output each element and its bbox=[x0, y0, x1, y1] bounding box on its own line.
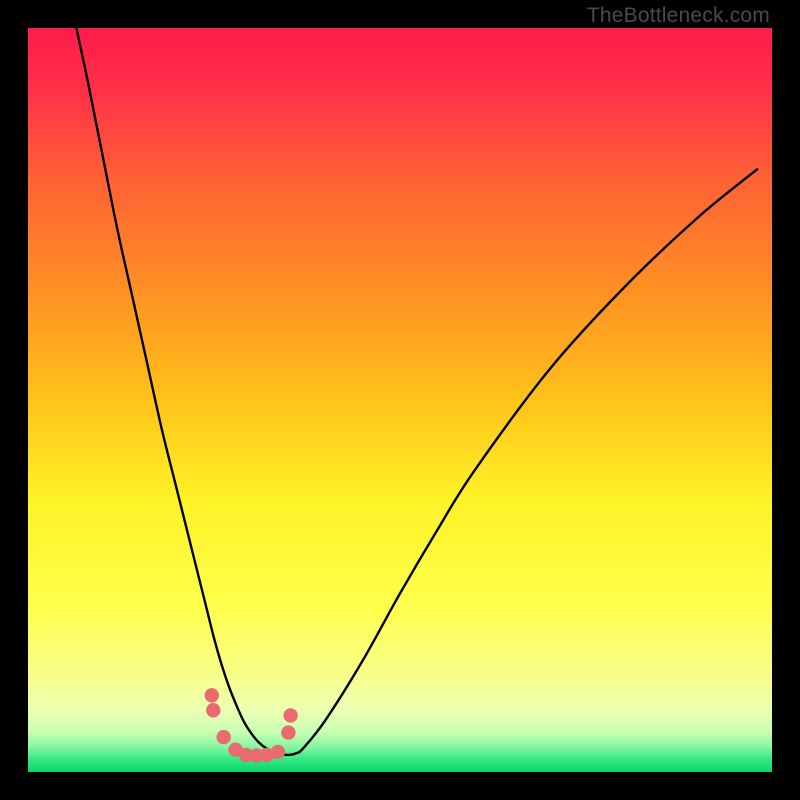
highlight-marker bbox=[205, 688, 219, 702]
plot-area bbox=[28, 28, 772, 772]
highlight-marker bbox=[271, 745, 285, 759]
highlight-marker bbox=[283, 708, 297, 722]
highlight-marker bbox=[206, 703, 220, 717]
gradient-background bbox=[28, 28, 772, 772]
highlight-marker bbox=[281, 725, 295, 739]
chart-frame: TheBottleneck.com bbox=[0, 0, 800, 800]
watermark-text: TheBottleneck.com bbox=[587, 4, 770, 28]
highlight-marker bbox=[216, 730, 230, 744]
plot-svg bbox=[28, 28, 772, 772]
